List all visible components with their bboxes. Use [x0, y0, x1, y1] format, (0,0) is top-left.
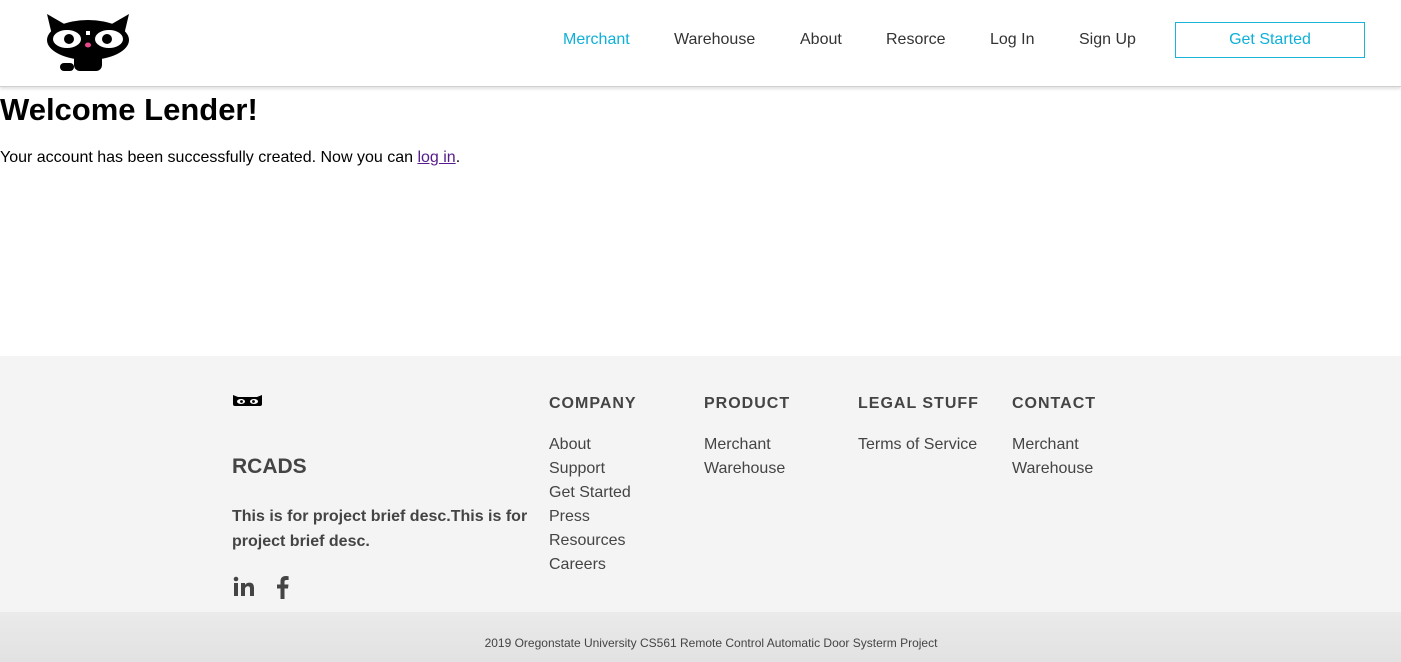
message-period: .: [455, 149, 461, 166]
nav-sign-up[interactable]: Sign Up: [1079, 30, 1136, 50]
footer-brand: RCADS: [232, 455, 307, 478]
legal-heading: LEGAL STUFF: [858, 395, 979, 412]
footer-link-merchant[interactable]: Merchant: [704, 433, 790, 457]
company-heading: COMPANY: [549, 395, 637, 412]
footer-link-about[interactable]: About: [549, 433, 637, 457]
contact-heading: CONTACT: [1012, 395, 1097, 412]
footer-column-product: PRODUCT Merchant Warehouse: [704, 394, 790, 481]
copyright-text: 2019 Oregonstate University CS561 Remote…: [484, 636, 938, 650]
footer-description: This is for project brief desc.This is f…: [232, 508, 528, 550]
product-heading: PRODUCT: [704, 395, 791, 412]
get-started-button[interactable]: Get Started: [1175, 22, 1365, 58]
nav-resource[interactable]: Resorce: [886, 30, 946, 50]
nav-log-in[interactable]: Log In: [990, 30, 1034, 50]
footer-link-warehouse[interactable]: Warehouse: [704, 457, 790, 481]
footer-link-press[interactable]: Press: [549, 505, 637, 529]
nav-merchant[interactable]: Merchant: [563, 30, 630, 50]
success-message: Your account has been successfully creat…: [0, 148, 460, 168]
footer-link-careers[interactable]: Careers: [549, 553, 637, 577]
footer-link-terms[interactable]: Terms of Service: [858, 433, 979, 457]
linkedin-icon[interactable]: [232, 575, 256, 599]
copyright-bar: 2019 Oregonstate University CS561 Remote…: [0, 612, 1401, 662]
site-header: Merchant Warehouse About Resorce Log In …: [0, 0, 1401, 87]
footer-link-resources[interactable]: Resources: [549, 529, 637, 553]
site-footer: RCADS This is for project brief desc.Thi…: [0, 356, 1401, 612]
cat-logo-icon[interactable]: [44, 11, 132, 75]
footer-link-support[interactable]: Support: [549, 457, 637, 481]
facebook-icon[interactable]: [274, 575, 290, 599]
login-link[interactable]: log in: [417, 149, 455, 166]
footer-column-legal: LEGAL STUFF Terms of Service: [858, 394, 979, 457]
message-text: Your account has been successfully creat…: [0, 149, 418, 166]
footer-logo-icon: [233, 395, 262, 406]
footer-column-company: COMPANY About Support Get Started Press …: [549, 394, 637, 577]
footer-link-contact-warehouse[interactable]: Warehouse: [1012, 457, 1096, 481]
footer-link-get-started[interactable]: Get Started: [549, 481, 637, 505]
footer-column-contact: CONTACT Merchant Warehouse: [1012, 394, 1096, 481]
page-title: Welcome Lender!: [0, 92, 258, 127]
nav-warehouse[interactable]: Warehouse: [674, 30, 755, 50]
nav-about[interactable]: About: [800, 30, 842, 50]
footer-link-contact-merchant[interactable]: Merchant: [1012, 433, 1096, 457]
